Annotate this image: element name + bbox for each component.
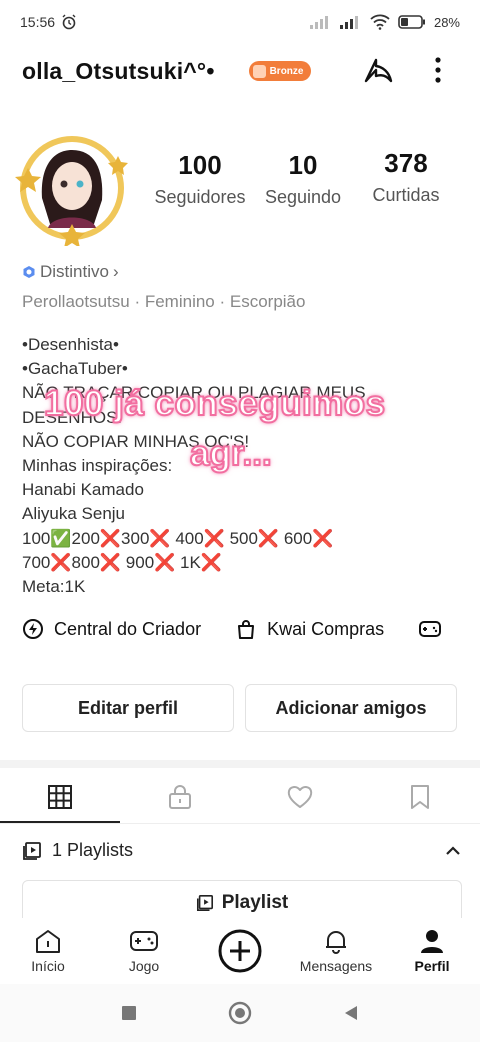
distintivo-link[interactable]: Distintivo ›: [22, 262, 119, 282]
gamepad-icon: [419, 621, 442, 637]
playlist-icon: [23, 841, 41, 860]
playlists-count: 1 Playlists: [52, 840, 134, 860]
bell-icon: [326, 931, 346, 954]
signal-icon: [309, 16, 328, 29]
bronze-badge-icon: [252, 64, 266, 78]
content-tabs: [0, 770, 480, 824]
system-nav-bar: [0, 984, 480, 1042]
bronze-badge[interactable]: Bronze: [248, 61, 312, 81]
bio-line: Aliyuka Senju: [22, 504, 126, 524]
home-button-icon[interactable]: [228, 1001, 252, 1025]
edit-profile-button[interactable]: Editar perfil: [22, 684, 234, 732]
creator-links: Central do Criador Kwai Compras: [22, 618, 480, 640]
tab-liked[interactable]: [240, 770, 360, 823]
bio-line: 700❌800❌ 900❌ 1K❌: [22, 552, 222, 572]
lightning-circle-icon: [23, 619, 43, 639]
creator-center-link[interactable]: Central do Criador: [22, 618, 201, 640]
tab-saved[interactable]: [360, 770, 480, 823]
stat-following[interactable]: 10 Seguindo: [248, 150, 358, 208]
person-icon: [421, 930, 443, 953]
nav-profile-label: Perfil: [414, 958, 450, 974]
bookmark-icon: [411, 784, 429, 809]
nav-home-label: Início: [31, 958, 65, 974]
bottom-nav: Início Jogo Mensagens Perfil: [0, 918, 480, 984]
overlay-caption-line2: agr...: [189, 433, 273, 474]
back-icon[interactable]: [342, 1004, 360, 1022]
plus-circle-icon: [218, 929, 262, 973]
likes-count: 378: [384, 148, 428, 178]
following-label: Seguindo: [264, 187, 342, 207]
profile-header: olla_Otsutsuki^°• Bronze: [0, 48, 480, 94]
kwai-shop-link[interactable]: Kwai Compras: [235, 618, 384, 640]
battery-level: 28%: [433, 14, 460, 30]
recent-apps-icon[interactable]: [120, 1004, 138, 1022]
alarm-icon: [62, 14, 76, 30]
gamepad-icon: [130, 931, 158, 951]
avatar[interactable]: [14, 128, 132, 246]
nav-messages-label: Mensagens: [299, 958, 373, 974]
hexagon-badge-icon: [23, 266, 35, 278]
likes-label: Curtidas: [372, 185, 440, 205]
add-friends-button[interactable]: Adicionar amigos: [245, 684, 457, 732]
username: olla_Otsutsuki^°•: [22, 57, 215, 84]
bio-line: Meta:1K: [22, 577, 86, 597]
chevron-right-icon: ›: [112, 262, 119, 281]
nav-game[interactable]: Jogo: [96, 918, 192, 984]
bronze-badge-label: Bronze: [269, 65, 304, 77]
followers-label: Seguidores: [154, 187, 246, 207]
nav-messages[interactable]: Mensagens: [288, 918, 384, 984]
nav-game-label: Jogo: [128, 958, 160, 974]
followers-count: 100: [178, 150, 222, 180]
kwai-shop-label: Kwai Compras: [267, 618, 385, 639]
status-bar: 15:56 28%: [0, 0, 480, 44]
shopping-bag-icon: [238, 620, 255, 639]
stat-likes[interactable]: 378 Curtidas: [351, 148, 461, 206]
playlists-header[interactable]: 1 Playlists: [22, 840, 462, 861]
playlist-icon: [196, 894, 213, 912]
bio-line: •Desenhista•: [22, 335, 119, 354]
heart-icon: [287, 785, 313, 808]
nav-home[interactable]: Início: [0, 918, 96, 984]
creator-center-label: Central do Criador: [54, 618, 202, 639]
bio-line: 100✅200❌300❌ 400❌ 500❌ 600❌: [22, 528, 334, 548]
signal-icon-2: [339, 16, 358, 29]
bio-line: Hanabi Kamado: [22, 480, 144, 500]
nav-profile[interactable]: Perfil: [384, 918, 480, 984]
chevron-up-icon[interactable]: [444, 842, 462, 860]
nav-create[interactable]: [192, 918, 288, 984]
more-options-icon[interactable]: [428, 54, 448, 88]
lock-icon: [169, 784, 191, 809]
status-time: 15:56: [20, 14, 56, 30]
overlay-caption-line1: 100 já conseguimos: [43, 383, 386, 424]
profile-meta: Perollaotsutsu · Feminino · Escorpião: [22, 292, 306, 311]
wifi-icon: [370, 14, 390, 30]
following-count: 10: [288, 150, 318, 180]
playlist-button-label: Playlist: [221, 892, 289, 913]
distintivo-label: Distintivo: [40, 262, 109, 281]
section-divider: [0, 760, 480, 768]
tab-private[interactable]: [120, 770, 240, 823]
home-icon: [36, 930, 60, 953]
battery-icon: [398, 15, 425, 29]
tab-videos[interactable]: [0, 770, 120, 823]
game-link[interactable]: [418, 618, 442, 640]
grid-icon: [48, 784, 72, 809]
stat-followers[interactable]: 100 Seguidores: [145, 150, 255, 208]
bio-line: •GachaTuber•: [22, 359, 128, 379]
share-icon[interactable]: [362, 54, 396, 88]
